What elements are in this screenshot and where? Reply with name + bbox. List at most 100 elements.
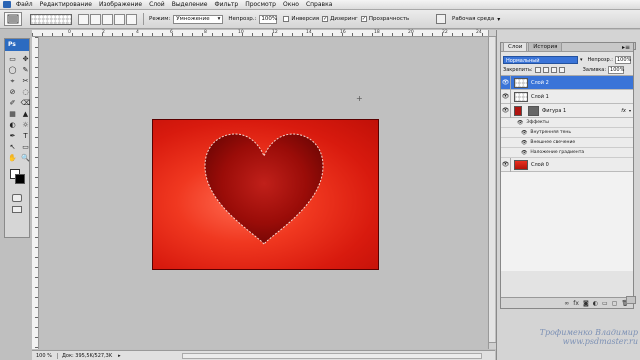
radial-gradient-button[interactable] bbox=[90, 13, 101, 25]
link-icon[interactable]: ∞ bbox=[564, 300, 569, 307]
reflected-gradient-button[interactable] bbox=[114, 13, 125, 25]
menu-image[interactable]: Изображение bbox=[99, 1, 142, 8]
ruler-label: 4 bbox=[136, 30, 139, 35]
eye-icon[interactable]: 👁 bbox=[521, 140, 527, 146]
background-color[interactable] bbox=[15, 174, 25, 184]
history-brush-tool-icon[interactable]: ⌫ bbox=[20, 98, 31, 108]
menu-help[interactable]: Справка bbox=[306, 1, 332, 8]
gradient-picker[interactable] bbox=[30, 13, 72, 25]
slice-tool-icon[interactable]: ✂ bbox=[20, 76, 31, 86]
folder-icon[interactable]: ▭ bbox=[602, 300, 608, 307]
fx-icon[interactable]: fx bbox=[621, 108, 626, 114]
menu-edit[interactable]: Редактирование bbox=[40, 1, 92, 8]
panel-menu-icon[interactable]: ▸≡ bbox=[622, 44, 630, 51]
menu-filter[interactable]: Фильтр bbox=[214, 1, 238, 8]
new-layer-icon[interactable]: ▢ bbox=[612, 300, 618, 307]
eye-icon[interactable]: 👁 bbox=[501, 157, 511, 172]
path-selection-tool-icon[interactable]: ↖ bbox=[7, 142, 18, 152]
layer-opacity-label: Непрозр.: bbox=[587, 56, 613, 63]
lock-transparency-icon[interactable] bbox=[534, 67, 541, 73]
mode-select[interactable]: Умножение ▾ bbox=[173, 14, 224, 24]
eye-icon[interactable]: 👁 bbox=[501, 103, 511, 118]
watermark-author: Трофименко Владимир bbox=[539, 328, 638, 337]
angle-gradient-button[interactable] bbox=[102, 13, 113, 25]
ruler-label: 8 bbox=[204, 30, 207, 35]
status-menu-arrow-icon[interactable]: ▸ bbox=[118, 353, 121, 359]
horizontal-scrollbar[interactable] bbox=[182, 353, 482, 359]
collapse-arrow-icon[interactable]: ▾ bbox=[629, 108, 631, 113]
scroll-down-arrow[interactable] bbox=[489, 342, 496, 349]
blend-mode-select[interactable]: Нормальный bbox=[503, 55, 579, 64]
scroll-up-arrow[interactable] bbox=[489, 30, 496, 37]
clone-stamp-tool-icon[interactable]: ✐ bbox=[7, 98, 18, 108]
eraser-tool-icon[interactable]: ▦ bbox=[7, 109, 18, 119]
layer-opacity-input[interactable]: 100% bbox=[615, 55, 631, 64]
diamond-gradient-button[interactable] bbox=[126, 13, 137, 25]
type-tool-icon[interactable]: T bbox=[20, 131, 31, 141]
blur-tool-icon[interactable]: ◐ bbox=[7, 120, 18, 130]
zoom-tool-icon[interactable]: 🔍 bbox=[20, 153, 31, 163]
lock-all-icon[interactable] bbox=[558, 67, 565, 73]
ruler-horizontal[interactable]: 0 2 4 6 8 10 12 14 16 18 20 22 24 bbox=[32, 30, 488, 37]
quick-mask-button[interactable] bbox=[12, 194, 22, 202]
document-canvas[interactable] bbox=[152, 119, 379, 270]
tab-history[interactable]: История bbox=[528, 42, 563, 51]
dock-resize-handle[interactable] bbox=[626, 296, 636, 304]
shape-tool-icon[interactable]: ▭ bbox=[20, 142, 31, 152]
crop-tool-icon[interactable]: ⌖ bbox=[7, 76, 18, 86]
transparency-checkbox[interactable]: ✓ bbox=[360, 16, 367, 22]
eye-icon[interactable]: 👁 bbox=[517, 120, 523, 126]
lasso-tool-icon[interactable]: ◯ bbox=[7, 65, 18, 75]
vertical-scrollbar[interactable] bbox=[488, 30, 496, 349]
eye-icon[interactable]: 👁 bbox=[521, 130, 527, 136]
tool-preset-picker[interactable] bbox=[4, 12, 22, 26]
layer-row[interactable]: 👁 Слой 1 bbox=[501, 89, 633, 104]
screen-mode-button[interactable] bbox=[12, 206, 22, 213]
ruler-label: 22 bbox=[442, 30, 448, 35]
canvas-area[interactable]: + bbox=[40, 38, 487, 349]
menu-select[interactable]: Выделение bbox=[172, 1, 208, 8]
ruler-vertical[interactable] bbox=[32, 37, 39, 349]
effect-row[interactable]: 👁 Внешнее свечение bbox=[501, 138, 633, 148]
gradient-tool-icon[interactable]: ▲ bbox=[20, 109, 31, 119]
dither-checkbox[interactable]: ✓ bbox=[322, 16, 329, 22]
layer-row[interactable]: 👁 Слой 2 bbox=[501, 75, 633, 90]
menu-view[interactable]: Просмотр bbox=[245, 1, 276, 8]
ruler-label: 0 bbox=[68, 30, 71, 35]
menu-window[interactable]: Окно bbox=[283, 1, 299, 8]
effect-row[interactable]: 👁 Внутренняя тень bbox=[501, 128, 633, 138]
linear-gradient-button[interactable] bbox=[78, 13, 89, 25]
layer-row[interactable]: 👁 Слой 0 bbox=[501, 157, 633, 172]
workspace-button[interactable]: Рабочая среда ▾ bbox=[436, 13, 500, 25]
heart-shape[interactable] bbox=[201, 132, 327, 247]
fill-input[interactable]: 100% bbox=[608, 66, 624, 74]
menu-file[interactable]: Файл bbox=[16, 1, 33, 8]
effect-row[interactable]: 👁 Наложение градиента bbox=[501, 148, 633, 158]
adjustment-icon[interactable]: ◐ bbox=[593, 300, 598, 307]
invert-checkbox[interactable] bbox=[283, 16, 290, 22]
brush-tool-icon[interactable]: ◌ bbox=[20, 87, 31, 97]
palette-well-icon[interactable] bbox=[436, 14, 446, 24]
eye-icon[interactable]: 👁 bbox=[521, 150, 527, 156]
photoshop-app-icon[interactable] bbox=[3, 1, 11, 8]
lock-position-icon[interactable] bbox=[550, 67, 557, 73]
pen-tool-icon[interactable]: ✒ bbox=[7, 131, 18, 141]
mask-icon[interactable]: ◙ bbox=[583, 300, 589, 307]
move-tool-icon[interactable]: ✥ bbox=[20, 54, 31, 64]
effects-row[interactable]: 👁 Эффекты bbox=[501, 118, 633, 128]
magic-wand-tool-icon[interactable]: ✎ bbox=[20, 65, 31, 75]
ruler-label: 6 bbox=[170, 30, 173, 35]
opacity-input[interactable]: 100% bbox=[259, 14, 278, 24]
healing-brush-tool-icon[interactable]: ⊘ bbox=[7, 87, 18, 97]
fx-icon[interactable]: fx bbox=[573, 300, 579, 307]
tab-layers[interactable]: Слои bbox=[503, 42, 528, 51]
marquee-tool-icon[interactable]: ▭ bbox=[7, 54, 18, 64]
eye-icon[interactable]: 👁 bbox=[501, 89, 511, 104]
eye-icon[interactable]: 👁 bbox=[501, 75, 511, 90]
layer-row[interactable]: 👁 Фигура 1 fx ▾ bbox=[501, 103, 633, 118]
dodge-tool-icon[interactable]: ☼ bbox=[20, 120, 31, 130]
zoom-level[interactable]: 100 % bbox=[36, 352, 58, 359]
menu-layer[interactable]: Слой bbox=[149, 1, 165, 8]
lock-pixels-icon[interactable] bbox=[542, 67, 549, 73]
hand-tool-icon[interactable]: ✋ bbox=[7, 153, 18, 163]
